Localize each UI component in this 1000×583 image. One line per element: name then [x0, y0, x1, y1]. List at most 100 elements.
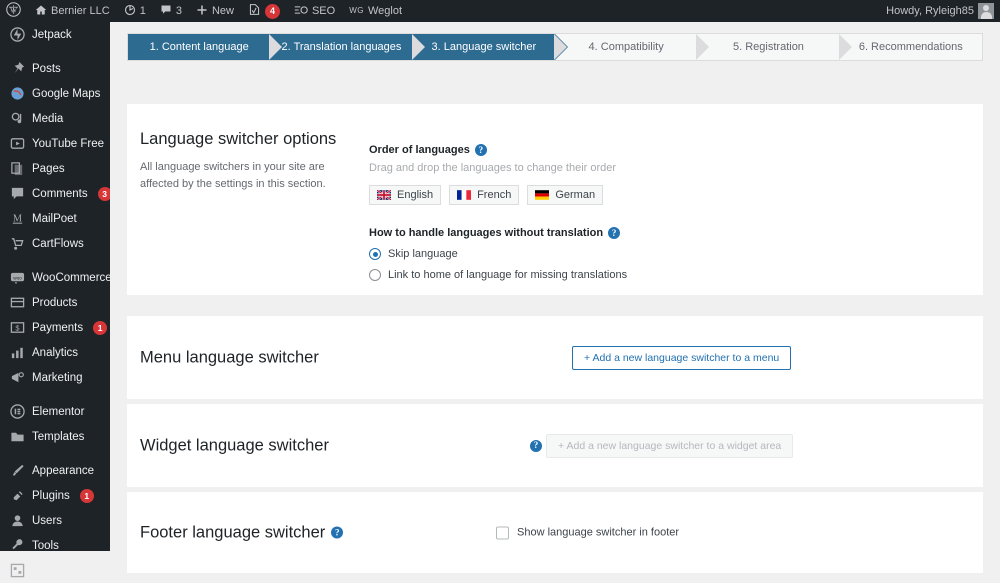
sidebar-item-products[interactable]: Products [0, 290, 110, 315]
language-chip-label: English [397, 189, 434, 201]
svg-text:woo: woo [13, 275, 22, 280]
admin-bar: W Bernier LLC 1 3 New 4 SEO WG Weglot Ho… [0, 0, 1000, 22]
sidebar-item-label: Analytics [32, 346, 79, 359]
yoast-button[interactable]: 4 [241, 0, 287, 22]
home-icon [35, 4, 47, 19]
wizard-step-5[interactable]: 5. Registration [697, 34, 853, 60]
plug-icon [9, 488, 25, 504]
sidebar-item-label: Settings [32, 564, 74, 577]
show-footer-switcher-row[interactable]: Show language switcher in footer [496, 526, 679, 539]
folder-icon [9, 429, 25, 445]
svg-text:W: W [10, 6, 18, 15]
help-icon[interactable]: ? [608, 227, 621, 239]
wizard-step-6[interactable]: 6. Recommendations [839, 34, 982, 60]
avatar [978, 3, 994, 19]
sidebar-item-label: Comments [32, 187, 88, 200]
add-menu-language-switcher-button[interactable]: + Add a new language switcher to a menu [572, 345, 792, 370]
sidebar-item-marketing[interactable]: Marketing [0, 365, 110, 390]
radio-option-1[interactable]: Skip language [369, 248, 929, 260]
wordpress-logo-icon: W [6, 2, 21, 20]
weglot-mark: WG [349, 6, 364, 15]
sidebar-item-comments[interactable]: Comments 3 [0, 181, 112, 206]
sidebar-item-badge: 1 [93, 320, 108, 335]
sidebar-item-youtube-free[interactable]: YouTube Free [0, 131, 110, 156]
footer-language-switcher-card: Footer language switcher ? Show language… [127, 492, 983, 573]
radio-input[interactable] [369, 248, 381, 260]
sidebar-item-label: MailPoet [32, 212, 77, 225]
sidebar-item-users[interactable]: Users [0, 508, 110, 533]
sidebar-item-settings[interactable]: Settings [0, 558, 110, 583]
sidebar-item-label: Tools [32, 539, 59, 552]
products-icon [9, 295, 25, 311]
sidebar-item-label: Appearance [32, 464, 95, 477]
step-chevron-icon [696, 34, 711, 60]
flag-fr [457, 190, 472, 200]
wp-logo-button[interactable]: W [0, 0, 28, 22]
sidebar-item-elementor[interactable]: Elementor [0, 399, 110, 424]
help-icon[interactable]: ? [474, 144, 487, 156]
language-chip-list: English French German [369, 185, 929, 205]
radio-input[interactable] [369, 269, 381, 281]
sidebar-item-label: Payments [32, 321, 84, 334]
sidebar-item-badge: 1 [79, 488, 94, 503]
plus-icon [196, 4, 208, 19]
sidebar-item-cartflows[interactable]: CartFlows [0, 231, 110, 256]
menu-separator [0, 449, 110, 458]
order-hint: Drag and drop the languages to change th… [369, 162, 617, 174]
comments-button[interactable]: 3 [153, 0, 189, 22]
sidebar-item-label: Jetpack [32, 28, 72, 41]
sidebar-item-jetpack[interactable]: Jetpack [0, 22, 110, 47]
svg-text:$: $ [15, 323, 20, 332]
sidebar-item-appearance[interactable]: Appearance [0, 458, 110, 483]
radio-option-2[interactable]: Link to home of language for missing tra… [369, 269, 929, 281]
wizard-step-2[interactable]: 2. Translation languages [270, 34, 426, 60]
widget-switcher-title-text: Widget language switcher [140, 436, 329, 454]
wizard-steps: 1. Content language 2. Translation langua… [127, 33, 983, 61]
weglot-label: Weglot [367, 5, 403, 17]
language-chip-english[interactable]: English [369, 185, 442, 205]
sidebar-item-label: CartFlows [32, 237, 84, 250]
help-icon[interactable]: ? [331, 526, 344, 539]
language-chip-german[interactable]: German [527, 185, 604, 205]
user-icon [9, 513, 25, 529]
site-name-button[interactable]: Bernier LLC [28, 0, 117, 22]
sidebar-item-posts[interactable]: Posts [0, 56, 110, 81]
sidebar-item-mailpoet[interactable]: M MailPoet [0, 206, 110, 231]
new-content-button[interactable]: New [189, 0, 241, 22]
sidebar-item-plugins[interactable]: Plugins 1 [0, 483, 110, 508]
widget-language-switcher-card: Widget language switcher ? + Add a new l… [127, 404, 983, 487]
media-icon [9, 111, 25, 127]
language-chip-label: French [477, 189, 512, 201]
language-chip-label: German [555, 189, 596, 201]
menu-separator [0, 47, 110, 56]
help-icon[interactable]: ? [530, 439, 542, 452]
updates-button[interactable]: 1 [117, 0, 153, 22]
site-name-label: Bernier LLC [51, 5, 110, 17]
yoast-icon [248, 3, 261, 19]
step-chevron-icon [269, 34, 284, 60]
seo-icon [294, 4, 308, 19]
seo-button[interactable]: SEO [287, 0, 342, 22]
sidebar-item-tools[interactable]: Tools [0, 533, 110, 558]
pin-icon [9, 61, 25, 77]
sidebar-item-payments[interactable]: $ Payments 1 [0, 315, 110, 340]
account-menu[interactable]: Howdy, Ryleigh85 [879, 0, 1000, 22]
sidebar-item-analytics[interactable]: Analytics [0, 340, 110, 365]
sidebar-item-google-maps[interactable]: Google Maps [0, 81, 110, 106]
sidebar-item-templates[interactable]: Templates [0, 424, 110, 449]
language-chip-french[interactable]: French [449, 185, 520, 205]
weglot-button[interactable]: WG Weglot [342, 0, 409, 22]
sidebar-item-pages[interactable]: Pages [0, 156, 110, 181]
wizard-step-1[interactable]: 1. Content language [128, 34, 284, 60]
wizard-step-label: 5. Registration [733, 41, 804, 53]
wizard-step-3[interactable]: 3. Language switcher [412, 34, 568, 60]
add-widget-language-switcher-button[interactable]: + Add a new language switcher to a widge… [546, 433, 794, 458]
step-chevron-icon [553, 34, 568, 60]
show-footer-switcher-checkbox[interactable] [496, 526, 509, 539]
wizard-step-4[interactable]: 4. Compatibility [554, 34, 711, 60]
seo-label: SEO [311, 5, 336, 17]
admin-sidebar: Jetpack Posts Google Maps Media YouTube Free… [0, 22, 112, 578]
sidebar-item-woocommerce[interactable]: woo WooCommerce [0, 265, 112, 290]
menu-switcher-title: Menu language switcher [140, 348, 319, 367]
sidebar-item-media[interactable]: Media [0, 106, 110, 131]
